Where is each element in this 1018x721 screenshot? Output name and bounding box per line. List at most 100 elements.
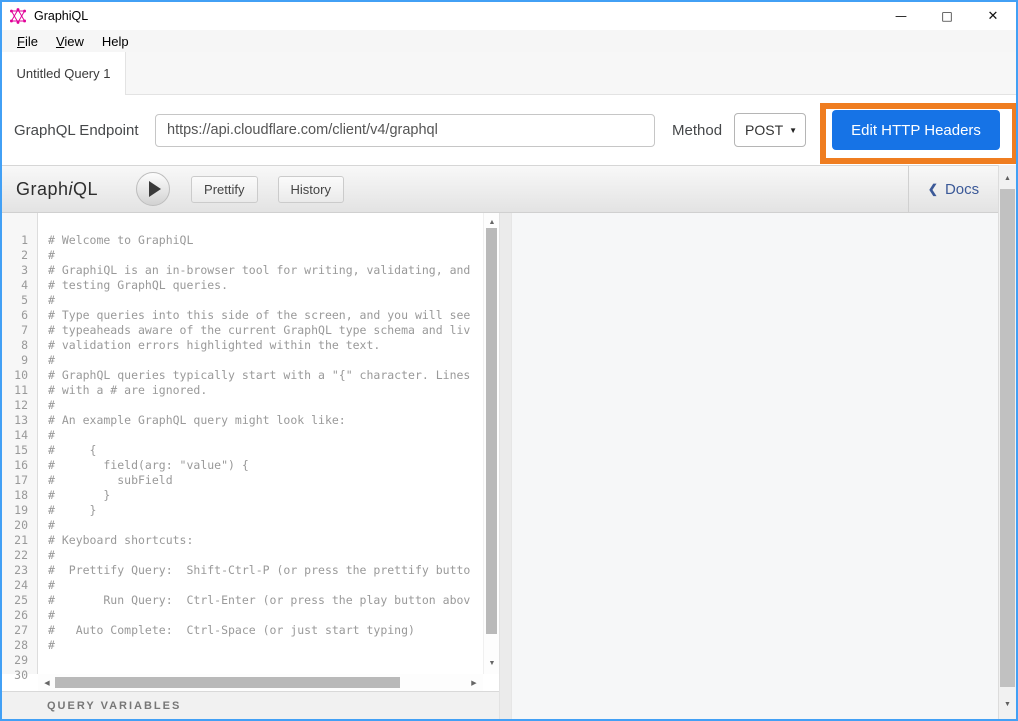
minimize-icon: — — [895, 9, 907, 23]
code-line[interactable]: # { — [48, 443, 483, 458]
code-line[interactable]: # — [48, 248, 483, 263]
window-title: GraphiQL — [34, 9, 88, 23]
scroll-down-icon[interactable]: ▼ — [484, 656, 500, 670]
scroll-down-icon[interactable]: ▼ — [999, 697, 1016, 711]
prettify-button[interactable]: Prettify — [191, 176, 257, 203]
tab-bar-filler — [126, 52, 1016, 95]
query-variables-title: QUERY VARIABLES — [47, 700, 181, 712]
query-editor[interactable]: 1234567891011121314151617181920212223242… — [2, 213, 499, 674]
execute-query-button[interactable] — [136, 172, 170, 206]
code-line[interactable]: # } — [48, 503, 483, 518]
edit-http-headers-button[interactable]: Edit HTTP Headers — [832, 110, 1000, 150]
scroll-left-icon[interactable]: ◀ — [40, 674, 54, 691]
menu-view[interactable]: View — [47, 32, 93, 51]
code-line[interactable]: # Prettify Query: Shift-Ctrl-P (or press… — [48, 563, 483, 578]
app-content: GraphiQL Prettify History ❮ Docs 1234567… — [2, 165, 998, 719]
close-icon: ✕ — [988, 9, 999, 24]
pane-divider[interactable] — [499, 213, 512, 719]
code-line[interactable] — [48, 653, 483, 668]
graphiql-logo: GraphiQL — [16, 179, 98, 200]
code-line[interactable]: # GraphQL queries typically start with a… — [48, 368, 483, 383]
horizontal-scroll-thumb[interactable] — [55, 677, 400, 688]
line-number: 29 — [2, 653, 28, 668]
line-number: 9 — [2, 353, 28, 368]
line-number: 18 — [2, 488, 28, 503]
vertical-scroll-thumb[interactable] — [486, 228, 497, 634]
scroll-right-icon[interactable]: ▶ — [467, 674, 481, 691]
graphql-logo-icon — [10, 8, 26, 24]
app-scroll-thumb[interactable] — [1000, 189, 1015, 687]
line-number: 13 — [2, 413, 28, 428]
code-line[interactable]: # — [48, 548, 483, 563]
endpoint-input[interactable] — [155, 114, 655, 147]
window-controls: — □ ✕ — [878, 2, 1016, 30]
line-number: 28 — [2, 638, 28, 653]
editor-panes: 1234567891011121314151617181920212223242… — [2, 213, 998, 719]
code-area[interactable]: # Welcome to GraphiQL## GraphiQL is an i… — [38, 213, 483, 674]
code-line[interactable]: # Type queries into this side of the scr… — [48, 308, 483, 323]
chevron-left-icon: ❮ — [928, 182, 938, 196]
code-line[interactable]: # Keyboard shortcuts: — [48, 533, 483, 548]
code-line[interactable]: # — [48, 398, 483, 413]
code-line[interactable]: # validation errors highlighted within t… — [48, 338, 483, 353]
menu-file[interactable]: File — [8, 32, 47, 51]
code-line[interactable]: # — [48, 428, 483, 443]
line-number: 16 — [2, 458, 28, 473]
close-button[interactable]: ✕ — [970, 2, 1016, 30]
play-icon — [149, 181, 161, 197]
editor-horizontal-scrollbar[interactable]: ◀ ▶ — [38, 674, 483, 691]
line-number: 12 — [2, 398, 28, 413]
query-pane: 1234567891011121314151617181920212223242… — [2, 213, 499, 719]
code-line[interactable]: # — [48, 638, 483, 653]
code-line[interactable]: # — [48, 578, 483, 593]
scroll-up-icon[interactable]: ▲ — [484, 215, 500, 229]
code-line[interactable]: # field(arg: "value") { — [48, 458, 483, 473]
menu-help[interactable]: Help — [93, 32, 138, 51]
code-line[interactable]: # GraphiQL is an in-browser tool for wri… — [48, 263, 483, 278]
line-number: 17 — [2, 473, 28, 488]
code-line[interactable]: # testing GraphQL queries. — [48, 278, 483, 293]
line-number-gutter: 1234567891011121314151617181920212223242… — [2, 213, 38, 674]
scrollbar-corner — [483, 674, 499, 691]
code-line[interactable]: # Auto Complete: Ctrl-Space (or just sta… — [48, 623, 483, 638]
line-number: 19 — [2, 503, 28, 518]
menu-bar: File View Help — [2, 30, 1016, 52]
code-line[interactable]: # } — [48, 488, 483, 503]
tab-untitled-query-1[interactable]: Untitled Query 1 — [2, 52, 126, 95]
code-line[interactable]: # — [48, 293, 483, 308]
code-line[interactable]: # typeaheads aware of the current GraphQ… — [48, 323, 483, 338]
method-select[interactable]: POST ▼ — [734, 113, 806, 147]
docs-toggle[interactable]: ❮ Docs — [928, 181, 979, 198]
code-line[interactable]: # — [48, 608, 483, 623]
line-number: 27 — [2, 623, 28, 638]
line-number: 3 — [2, 263, 28, 278]
line-number: 22 — [2, 548, 28, 563]
docs-label: Docs — [945, 181, 979, 198]
scroll-up-icon[interactable]: ▲ — [999, 171, 1016, 185]
method-label: Method — [672, 122, 722, 139]
line-number: 5 — [2, 293, 28, 308]
query-variables-bar[interactable]: QUERY VARIABLES — [2, 691, 499, 719]
line-number: 15 — [2, 443, 28, 458]
code-line[interactable]: # — [48, 518, 483, 533]
code-line[interactable]: # subField — [48, 473, 483, 488]
code-line[interactable]: # — [48, 353, 483, 368]
line-number: 6 — [2, 308, 28, 323]
code-line[interactable]: # with a # are ignored. — [48, 383, 483, 398]
method-value: POST — [745, 122, 783, 138]
code-line[interactable]: # An example GraphQL query might look li… — [48, 413, 483, 428]
app-vertical-scrollbar[interactable]: ▲ ▼ — [998, 165, 1016, 719]
line-number: 23 — [2, 563, 28, 578]
line-number: 21 — [2, 533, 28, 548]
result-pane — [512, 213, 998, 719]
history-button[interactable]: History — [278, 176, 344, 203]
line-number: 20 — [2, 518, 28, 533]
maximize-button[interactable]: □ — [924, 2, 970, 30]
docs-section: ❮ Docs — [908, 166, 998, 212]
code-line[interactable]: # Run Query: Ctrl-Enter (or press the pl… — [48, 593, 483, 608]
minimize-button[interactable]: — — [878, 2, 924, 30]
editor-vertical-scrollbar[interactable]: ▲ ▼ — [483, 213, 499, 674]
endpoint-bar: GraphQL Endpoint Method POST ▼ Edit HTTP… — [2, 95, 1016, 165]
app-body: GraphiQL Prettify History ❮ Docs 1234567… — [2, 165, 1016, 719]
code-line[interactable]: # Welcome to GraphiQL — [48, 233, 483, 248]
